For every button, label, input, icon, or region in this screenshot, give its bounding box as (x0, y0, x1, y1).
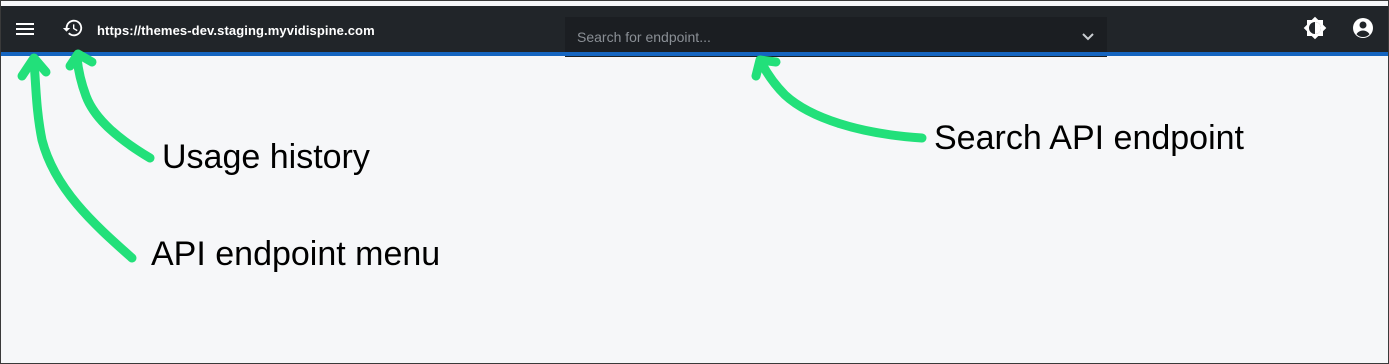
annotation-arrows (17, 49, 927, 263)
history-arrow (72, 53, 155, 163)
annotation-history-label: Usage history (162, 138, 370, 176)
search-arrow (757, 59, 927, 143)
annotation-search-label: Search API endpoint (934, 119, 1245, 157)
annotation-menu-label: API endpoint menu (151, 235, 441, 273)
